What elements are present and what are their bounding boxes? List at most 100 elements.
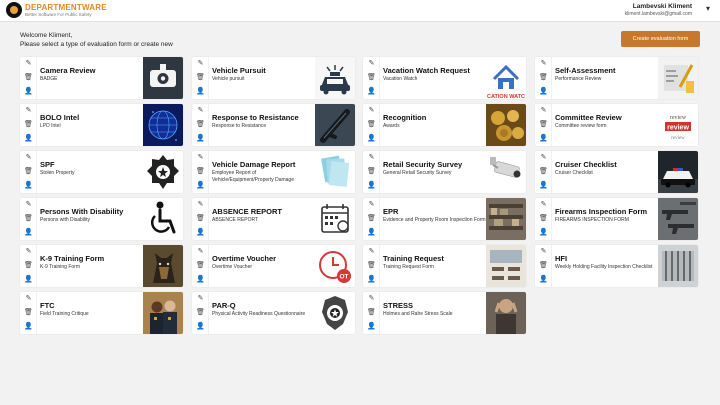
edit-pencil-icon[interactable]: ✎ — [196, 153, 205, 162]
add-person-icon[interactable]: 👤 — [539, 275, 548, 284]
create-evaluation-form-button[interactable]: Create evaluation form — [621, 31, 700, 47]
add-person-icon[interactable]: 👤 — [196, 87, 205, 96]
delete-trash-icon[interactable]: 🗑 — [24, 308, 33, 317]
form-card[interactable]: ✎ 🗑 👤 FTC Field Training Critique — [20, 292, 183, 334]
delete-trash-icon[interactable]: 🗑 — [367, 167, 376, 176]
edit-pencil-icon[interactable]: ✎ — [367, 59, 376, 68]
delete-trash-icon[interactable]: 🗑 — [196, 120, 205, 129]
add-person-icon[interactable]: 👤 — [196, 275, 205, 284]
form-subtitle: Employee Report of Vehicle/Equipment/Pro… — [212, 170, 294, 183]
edit-pencil-icon[interactable]: ✎ — [367, 294, 376, 303]
edit-pencil-icon[interactable]: ✎ — [539, 153, 548, 162]
form-title: SPF — [40, 160, 55, 169]
delete-trash-icon[interactable]: 🗑 — [196, 214, 205, 223]
chevron-down-icon[interactable]: ▾ — [706, 4, 710, 13]
delete-trash-icon[interactable]: 🗑 — [367, 308, 376, 317]
edit-pencil-icon[interactable]: ✎ — [539, 106, 548, 115]
edit-pencil-icon[interactable]: ✎ — [539, 200, 548, 209]
form-card[interactable]: ✎ 🗑 👤 Vehicle Pursuit Vehicle pursuit — [192, 57, 355, 99]
form-card[interactable]: ✎ 🗑 👤 HFI Weekly Holding Facility Inspection… — [535, 245, 698, 287]
form-card[interactable]: ✎ 🗑 👤 BOLO Intel LPD Intel — [20, 104, 183, 146]
form-card[interactable]: ✎ 🗑 👤 STRESS Holmes and Rahe Stress Scale — [363, 292, 526, 334]
edit-pencil-icon[interactable]: ✎ — [367, 200, 376, 209]
delete-trash-icon[interactable]: 🗑 — [196, 308, 205, 317]
edit-pencil-icon[interactable]: ✎ — [24, 247, 33, 256]
form-card[interactable]: ✎ 🗑 👤 K-9 Training Form K-9 Training Form — [20, 245, 183, 287]
form-card[interactable]: ✎ 🗑 👤 SPF Stolen Property — [20, 151, 183, 193]
delete-trash-icon[interactable]: 🗑 — [367, 261, 376, 270]
add-person-icon[interactable]: 👤 — [24, 181, 33, 190]
delete-trash-icon[interactable]: 🗑 — [196, 261, 205, 270]
form-card[interactable]: ✎ 🗑 👤 Camera Review BADGE — [20, 57, 183, 99]
add-person-icon[interactable]: 👤 — [196, 181, 205, 190]
add-person-icon[interactable]: 👤 — [196, 322, 205, 331]
edit-pencil-icon[interactable]: ✎ — [24, 200, 33, 209]
delete-trash-icon[interactable]: 🗑 — [24, 120, 33, 129]
delete-trash-icon[interactable]: 🗑 — [24, 73, 33, 82]
user-menu[interactable]: Lambevski Kliment kliment.lambevski@gmai… — [625, 3, 692, 18]
edit-pencil-icon[interactable]: ✎ — [367, 106, 376, 115]
edit-pencil-icon[interactable]: ✎ — [196, 59, 205, 68]
edit-pencil-icon[interactable]: ✎ — [367, 247, 376, 256]
add-person-icon[interactable]: 👤 — [539, 228, 548, 237]
add-person-icon[interactable]: 👤 — [539, 87, 548, 96]
edit-pencil-icon[interactable]: ✎ — [196, 106, 205, 115]
add-person-icon[interactable]: 👤 — [367, 134, 376, 143]
add-person-icon[interactable]: 👤 — [367, 87, 376, 96]
form-card[interactable]: ✎ 🗑 👤 Committee Review Committee review form… — [535, 104, 698, 146]
delete-trash-icon[interactable]: 🗑 — [196, 167, 205, 176]
add-person-icon[interactable]: 👤 — [367, 228, 376, 237]
form-card[interactable]: ✎ 🗑 👤 Firearms Inspection Form FIREARMS INSP… — [535, 198, 698, 240]
form-card[interactable]: ✎ 🗑 👤 Vacation Watch Request Vacation Watch C… — [363, 57, 526, 99]
form-card[interactable]: ✎ 🗑 👤 Training Request Training Request Form — [363, 245, 526, 287]
edit-pencil-icon[interactable]: ✎ — [539, 247, 548, 256]
edit-pencil-icon[interactable]: ✎ — [196, 294, 205, 303]
add-person-icon[interactable]: 👤 — [539, 134, 548, 143]
edit-pencil-icon[interactable]: ✎ — [196, 200, 205, 209]
form-card[interactable]: ✎ 🗑 👤 Retail Security Survey General Retail … — [363, 151, 526, 193]
delete-trash-icon[interactable]: 🗑 — [367, 73, 376, 82]
edit-pencil-icon[interactable]: ✎ — [24, 106, 33, 115]
form-card[interactable]: ✎ 🗑 👤 Vehicle Damage Report Employee Report … — [192, 151, 355, 193]
edit-pencil-icon[interactable]: ✎ — [24, 294, 33, 303]
form-title: Response to Resistance — [212, 113, 299, 122]
add-person-icon[interactable]: 👤 — [24, 134, 33, 143]
add-person-icon[interactable]: 👤 — [24, 87, 33, 96]
form-card[interactable]: ✎ 🗑 👤 Recognition Awards — [363, 104, 526, 146]
add-person-icon[interactable]: 👤 — [24, 228, 33, 237]
card-actions: ✎ 🗑 👤 — [535, 198, 552, 240]
add-person-icon[interactable]: 👤 — [367, 181, 376, 190]
add-person-icon[interactable]: 👤 — [24, 275, 33, 284]
edit-pencil-icon[interactable]: ✎ — [24, 153, 33, 162]
delete-trash-icon[interactable]: 🗑 — [539, 120, 548, 129]
form-card[interactable]: ✎ 🗑 👤 ABSENCE REPORT ABSENCE REPORT — [192, 198, 355, 240]
form-card[interactable]: ✎ 🗑 👤 PAR-Q Physical Activity Readiness Ques… — [192, 292, 355, 334]
form-card[interactable]: ✎ 🗑 👤 Cruiser Checklist Cruiser Checklist — [535, 151, 698, 193]
delete-trash-icon[interactable]: 🗑 — [24, 214, 33, 223]
edit-pencil-icon[interactable]: ✎ — [539, 59, 548, 68]
app-logo[interactable]: DEPARTMENTWARE Better Software For Publi… — [6, 2, 107, 18]
form-card[interactable]: ✎ 🗑 👤 Persons With Disability Persons with D… — [20, 198, 183, 240]
add-person-icon[interactable]: 👤 — [196, 134, 205, 143]
edit-pencil-icon[interactable]: ✎ — [196, 247, 205, 256]
delete-trash-icon[interactable]: 🗑 — [367, 120, 376, 129]
delete-trash-icon[interactable]: 🗑 — [24, 261, 33, 270]
delete-trash-icon[interactable]: 🗑 — [539, 73, 548, 82]
form-card[interactable]: ✎ 🗑 👤 Response to Resistance Response to Res… — [192, 104, 355, 146]
edit-pencil-icon[interactable]: ✎ — [367, 153, 376, 162]
delete-trash-icon[interactable]: 🗑 — [367, 214, 376, 223]
delete-trash-icon[interactable]: 🗑 — [196, 73, 205, 82]
add-person-icon[interactable]: 👤 — [24, 322, 33, 331]
add-person-icon[interactable]: 👤 — [196, 228, 205, 237]
add-person-icon[interactable]: 👤 — [539, 181, 548, 190]
delete-trash-icon[interactable]: 🗑 — [539, 167, 548, 176]
delete-trash-icon[interactable]: 🗑 — [539, 214, 548, 223]
delete-trash-icon[interactable]: 🗑 — [539, 261, 548, 270]
form-card[interactable]: ✎ 🗑 👤 EPR Evidence and Property Room Inspect… — [363, 198, 526, 240]
delete-trash-icon[interactable]: 🗑 — [24, 167, 33, 176]
add-person-icon[interactable]: 👤 — [367, 322, 376, 331]
form-card[interactable]: ✎ 🗑 👤 Self-Assessment Performance Review — [535, 57, 698, 99]
add-person-icon[interactable]: 👤 — [367, 275, 376, 284]
form-card[interactable]: ✎ 🗑 👤 Overtime Voucher Overtime Voucher OT — [192, 245, 355, 287]
edit-pencil-icon[interactable]: ✎ — [24, 59, 33, 68]
